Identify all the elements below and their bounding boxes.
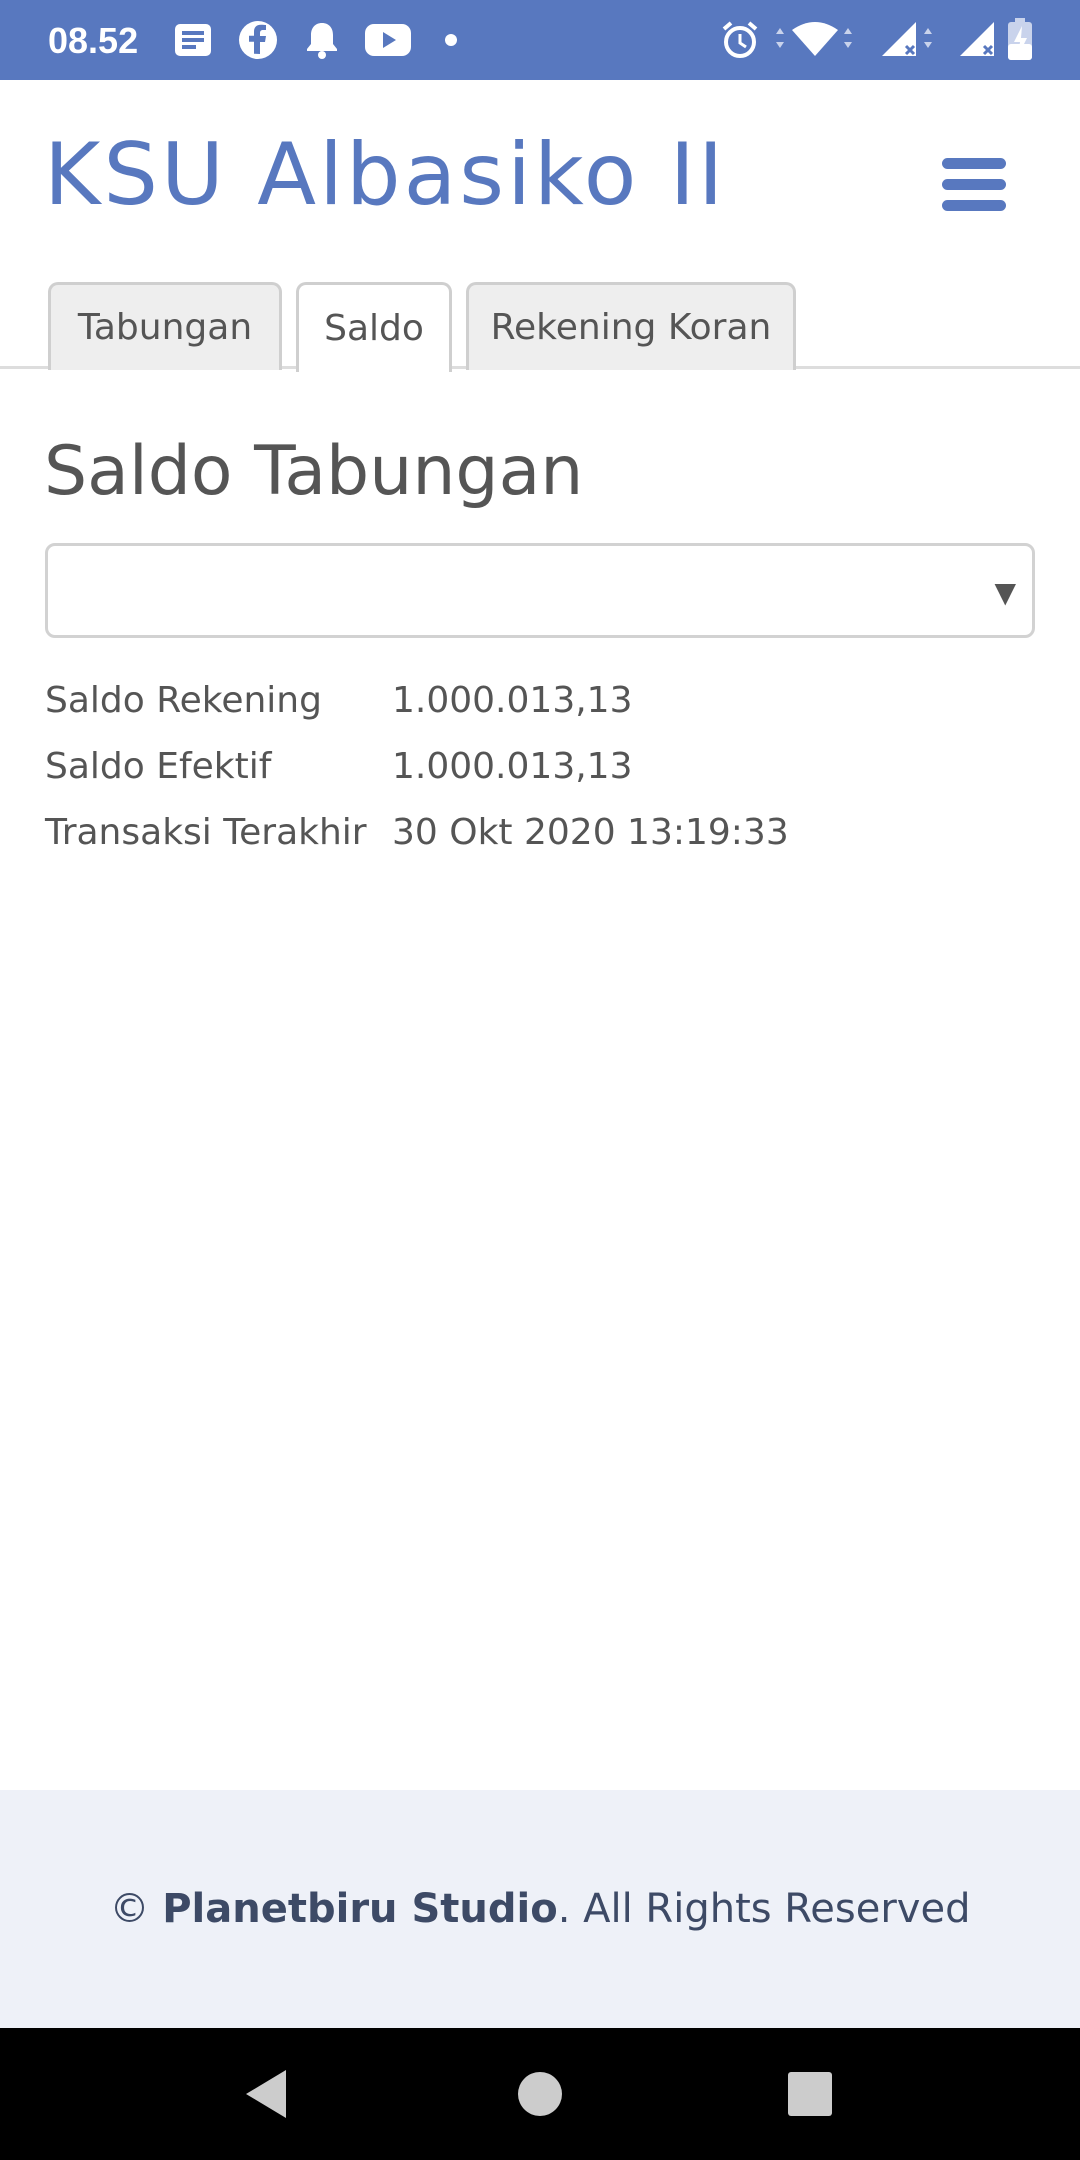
company-name: Planetbiru Studio [162,1886,558,1932]
account-select[interactable]: ▼ [45,543,1035,638]
status-time: 08.52 [48,20,139,61]
page-title: Saldo Tabungan [44,432,584,511]
tab-label: Tabungan [77,307,253,348]
status-bar: 08.52 [0,0,1080,80]
detail-label: Saldo Efektif [45,746,272,787]
signal-icon [958,18,998,62]
bell-icon [304,18,340,62]
detail-value: 1.000.013,13 [392,680,633,721]
copyright-symbol: © [109,1886,150,1932]
footer: © Planetbiru Studio. All Rights Reserved [0,1790,1080,2028]
recents-icon[interactable] [780,2064,840,2124]
rights-text: . All Rights Reserved [557,1886,971,1932]
copyright-text: © Planetbiru Studio. All Rights Reserved [110,1886,971,1932]
navigation-bar [0,2028,1080,2160]
back-icon[interactable] [236,2064,296,2124]
detail-label: Transaksi Terakhir [45,812,367,853]
tab-label: Saldo [324,308,424,349]
battery-charging-icon [1006,18,1034,62]
detail-label: Saldo Rekening [45,680,322,721]
detail-value: 1.000.013,13 [392,746,633,787]
alarm-icon [720,18,760,62]
app-brand-title: KSU Albasiko II [44,125,727,225]
chevron-down-icon: ▼ [994,576,1016,609]
home-icon[interactable] [510,2064,570,2124]
detail-value: 30 Okt 2020 13:19:33 [392,812,789,853]
tab-label: Rekening Koran [490,307,772,348]
hamburger-menu-icon[interactable] [942,158,1012,216]
facebook-icon [238,18,278,62]
tab-rekening-koran[interactable]: Rekening Koran [466,282,796,370]
message-icon [174,18,212,62]
tab-bar: Tabungan Saldo Rekening Koran [0,282,1080,372]
youtube-icon [364,18,412,62]
tab-saldo[interactable]: Saldo [296,282,452,372]
signal-icon [880,18,940,62]
tab-tabungan[interactable]: Tabungan [48,282,282,370]
dot-icon [444,18,458,62]
wifi-icon [770,18,860,62]
